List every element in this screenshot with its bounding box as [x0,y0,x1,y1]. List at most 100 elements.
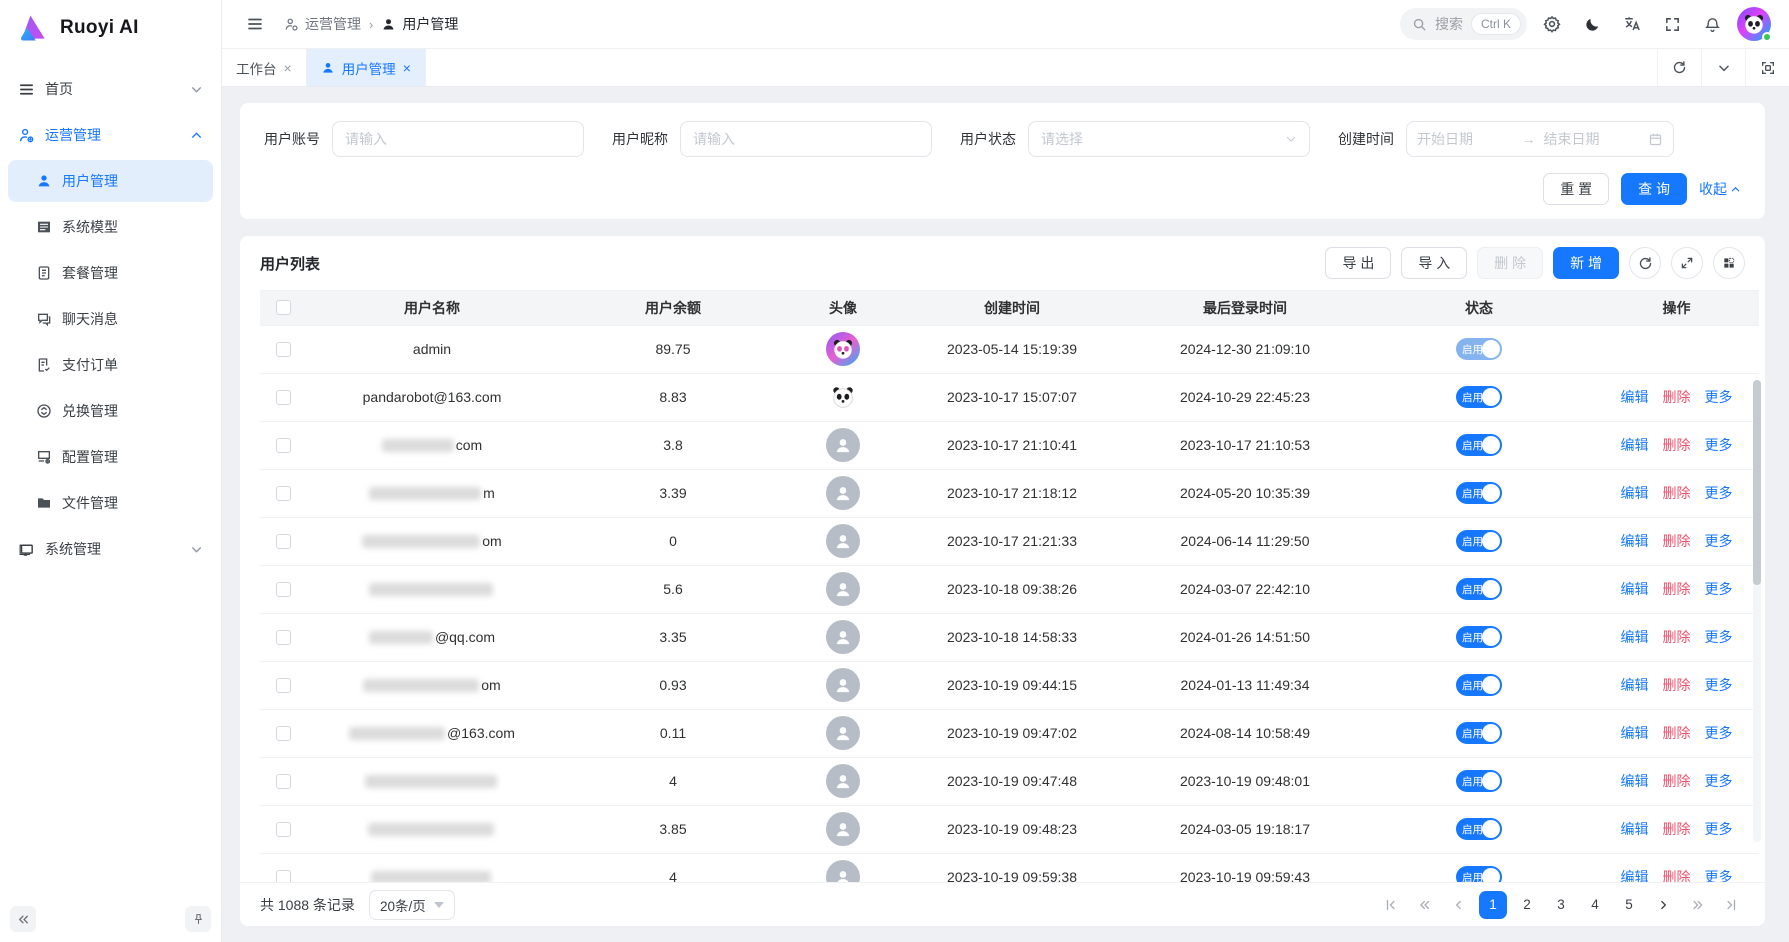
delete-link[interactable]: 删除 [1663,579,1691,599]
search-button[interactable]: 查 询 [1621,173,1687,205]
fullscreen-icon[interactable] [1657,9,1687,39]
dark-mode-moon-icon[interactable] [1577,9,1607,39]
edit-link[interactable]: 编辑 [1621,867,1649,882]
more-link[interactable]: 更多 [1705,675,1733,695]
delete-link[interactable]: 删除 [1663,675,1691,695]
refresh-icon[interactable] [1629,247,1661,279]
edit-link[interactable]: 编辑 [1621,435,1649,455]
tab-workbench[interactable]: 工作台 [222,49,307,86]
edit-link[interactable]: 编辑 [1621,387,1649,407]
more-link[interactable]: 更多 [1705,819,1733,839]
edit-link[interactable]: 编辑 [1621,579,1649,599]
edit-link[interactable]: 编辑 [1621,771,1649,791]
next-page-button[interactable] [1649,891,1677,919]
sidebar-item-home[interactable]: 首页 [8,68,213,110]
delete-link[interactable]: 删除 [1663,531,1691,551]
delete-link[interactable]: 删除 [1663,771,1691,791]
page-button-3[interactable]: 3 [1547,891,1575,919]
sidebar-item-user-management[interactable]: 用户管理 [8,160,213,202]
edit-link[interactable]: 编辑 [1621,531,1649,551]
page-button-1[interactable]: 1 [1479,891,1507,919]
scrollbar-thumb[interactable] [1753,380,1761,585]
edit-link[interactable]: 编辑 [1621,819,1649,839]
select-all-checkbox[interactable] [276,300,291,315]
row-checkbox[interactable] [276,342,291,357]
page-button-2[interactable]: 2 [1513,891,1541,919]
edit-link[interactable]: 编辑 [1621,483,1649,503]
row-checkbox[interactable] [276,774,291,789]
jump-back-button[interactable] [1411,891,1439,919]
sidebar-item-operations[interactable]: 运营管理 [8,114,213,156]
sidebar-item-system-model[interactable]: 系统模型 [8,206,213,248]
page-button-4[interactable]: 4 [1581,891,1609,919]
brand-logo[interactable]: Ruoyi AI [0,0,221,56]
status-toggle[interactable]: 启用 [1456,770,1502,792]
row-checkbox[interactable] [276,438,291,453]
sidebar-item-chat-messages[interactable]: 聊天消息 [8,298,213,340]
status-select[interactable]: 请选择 [1028,121,1310,157]
row-checkbox[interactable] [276,534,291,549]
page-size-select[interactable]: 20条/页 [369,890,455,920]
table-scrollbar[interactable] [1753,380,1761,842]
prev-page-button[interactable] [1445,891,1473,919]
close-icon[interactable] [403,60,411,76]
delete-link[interactable]: 删除 [1663,483,1691,503]
row-checkbox[interactable] [276,678,291,693]
sidebar-item-package-management[interactable]: 套餐管理 [8,252,213,294]
more-link[interactable]: 更多 [1705,579,1733,599]
delete-link[interactable]: 删除 [1663,867,1691,882]
status-toggle[interactable]: 启用 [1456,434,1502,456]
language-translate-icon[interactable] [1617,9,1647,39]
first-page-button[interactable] [1377,891,1405,919]
sidebar-item-system[interactable]: 系统管理 [8,528,213,570]
more-link[interactable]: 更多 [1705,387,1733,407]
edit-link[interactable]: 编辑 [1621,627,1649,647]
more-link[interactable]: 更多 [1705,627,1733,647]
page-button-5[interactable]: 5 [1615,891,1643,919]
last-page-button[interactable] [1717,891,1745,919]
status-toggle[interactable]: 启用 [1456,674,1502,696]
sidebar-collapse-button[interactable] [10,906,36,932]
status-toggle[interactable]: 启用 [1456,578,1502,600]
status-toggle[interactable]: 启用 [1456,482,1502,504]
menu-toggle-icon[interactable] [240,9,270,39]
settings-gear-icon[interactable] [1537,9,1567,39]
sidebar-item-file-management[interactable]: 文件管理 [8,482,213,524]
nickname-input[interactable] [680,121,932,157]
status-toggle[interactable]: 启用 [1456,338,1502,360]
account-input[interactable] [332,121,584,157]
date-range-picker[interactable]: 开始日期 → 结束日期 [1406,121,1674,157]
tab-user-management[interactable]: 用户管理 [307,49,426,86]
row-checkbox[interactable] [276,486,291,501]
status-toggle[interactable]: 启用 [1456,818,1502,840]
global-search[interactable]: 搜索 Ctrl K [1400,8,1527,40]
status-toggle[interactable]: 启用 [1456,530,1502,552]
fullscreen-table-icon[interactable] [1671,247,1703,279]
delete-link[interactable]: 删除 [1663,819,1691,839]
row-checkbox[interactable] [276,630,291,645]
pin-icon[interactable] [185,906,211,932]
breadcrumb-parent[interactable]: 运营管理 [284,14,361,34]
more-link[interactable]: 更多 [1705,483,1733,503]
jump-forward-button[interactable] [1683,891,1711,919]
expand-content-icon[interactable] [1745,49,1789,86]
more-link[interactable]: 更多 [1705,531,1733,551]
edit-link[interactable]: 编辑 [1621,723,1649,743]
status-toggle[interactable]: 启用 [1456,626,1502,648]
sidebar-item-config-management[interactable]: 配置管理 [8,436,213,478]
more-link[interactable]: 更多 [1705,771,1733,791]
refresh-icon[interactable] [1657,49,1701,86]
more-link[interactable]: 更多 [1705,435,1733,455]
collapse-filter-link[interactable]: 收起 [1699,179,1741,199]
import-button[interactable]: 导 入 [1401,247,1467,279]
status-toggle[interactable]: 启用 [1456,866,1502,882]
notification-bell-icon[interactable] [1697,9,1727,39]
delete-link[interactable]: 删除 [1663,387,1691,407]
edit-link[interactable]: 编辑 [1621,675,1649,695]
delete-link[interactable]: 删除 [1663,435,1691,455]
sidebar-item-payment-orders[interactable]: 支付订单 [8,344,213,386]
row-checkbox[interactable] [276,870,291,882]
delete-button[interactable]: 删 除 [1477,247,1543,279]
column-settings-icon[interactable] [1713,247,1745,279]
status-toggle[interactable]: 启用 [1456,722,1502,744]
